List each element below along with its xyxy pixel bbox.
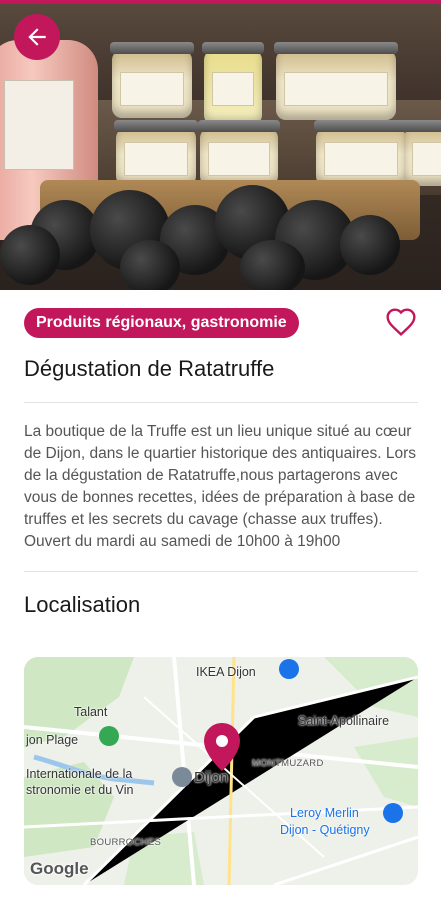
map-label-plage: jon Plage xyxy=(26,733,79,747)
map-label-ikea: IKEA Dijon xyxy=(196,665,256,679)
map-label-internationale-1: Internationale de la xyxy=(26,767,133,781)
jar xyxy=(314,120,408,186)
google-logo: Google xyxy=(30,859,89,878)
category-row: Produits régionaux, gastronomie xyxy=(24,306,418,340)
jar xyxy=(198,120,280,186)
truffle xyxy=(120,240,180,290)
event-details: Produits régionaux, gastronomie Dégustat… xyxy=(24,306,418,618)
location-map[interactable]: IKEA Dijon Talant jon Plage Saint-Apolli… xyxy=(24,657,418,885)
jar xyxy=(402,120,441,186)
favorite-button[interactable] xyxy=(384,306,418,340)
divider xyxy=(24,571,418,572)
map-label-saint-apollinaire: Saint-Apollinaire xyxy=(298,714,390,728)
map-label-internationale-2: stronomie et du Vin xyxy=(26,783,134,797)
map-label-bourroches: BOURROCHES xyxy=(90,837,162,848)
heart-icon xyxy=(386,308,416,336)
truffle xyxy=(340,215,400,275)
truffle xyxy=(240,240,305,290)
description: La boutique de la Truffe est un lieu uni… xyxy=(24,423,417,528)
truffle xyxy=(0,225,60,285)
jar xyxy=(202,42,264,125)
arrow-left-icon xyxy=(28,28,46,46)
map-label-talant: Talant xyxy=(74,705,108,719)
back-button[interactable] xyxy=(14,14,60,60)
jar xyxy=(274,42,398,120)
location-title: Localisation xyxy=(24,592,141,617)
map-label-montmuzard: MONTMUZARD xyxy=(252,758,324,769)
category-badge: Produits régionaux, gastronomie xyxy=(24,308,299,338)
jar xyxy=(110,42,194,118)
map-label-leroy-1: Leroy Merlin xyxy=(290,806,359,820)
jar xyxy=(114,120,198,186)
map-label-leroy-2: Dijon - Quétigny xyxy=(280,823,370,837)
divider xyxy=(24,402,418,403)
page-title: Dégustation de Ratatruffe xyxy=(24,356,275,381)
map-label-dijon: Dijon xyxy=(194,769,229,786)
opening-hours: Ouvert du mardi au samedi de 10h00 à 19h… xyxy=(24,533,341,550)
top-accent-bar xyxy=(0,0,441,4)
hero-image xyxy=(0,0,441,290)
